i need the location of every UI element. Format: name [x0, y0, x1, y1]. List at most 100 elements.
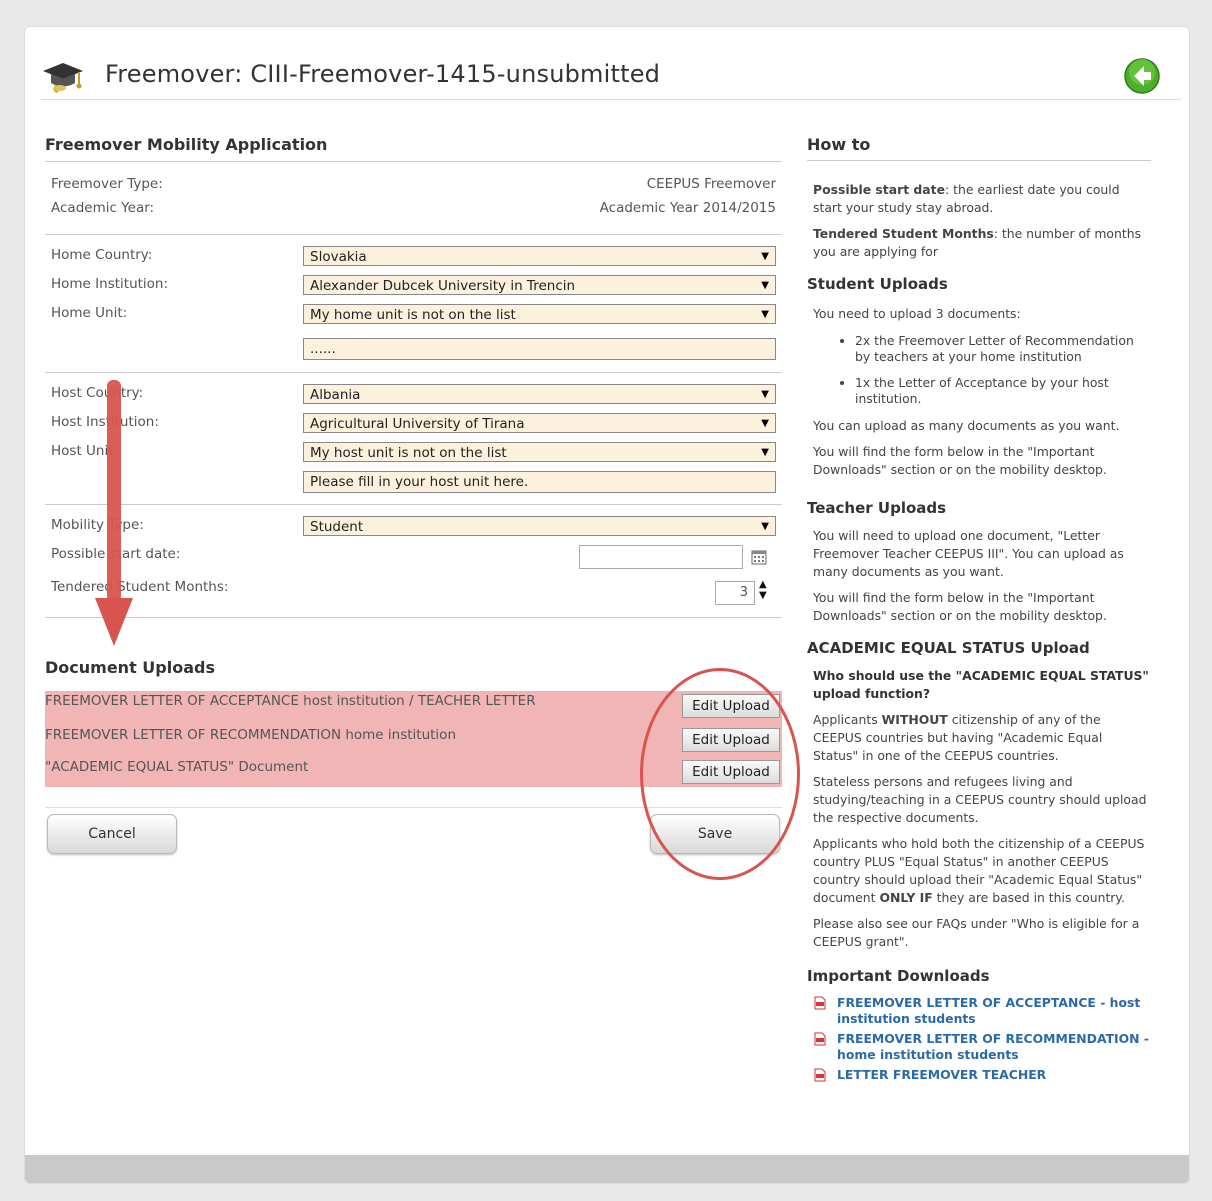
list-item: 1x the Letter of Acceptance by your host… [855, 375, 1151, 407]
spinner-arrows-icon[interactable]: ▲ ▼ [759, 579, 767, 601]
dropdown-arrow-icon: ▼ [761, 251, 769, 262]
home-unit-text-row: ...... [45, 328, 782, 366]
list-item: 2x the Freemover Letter of Recommendatio… [855, 333, 1151, 365]
dropdown-arrow-icon: ▼ [761, 521, 769, 532]
start-date-term: Possible start date [813, 182, 945, 197]
aes-p3-c: they are based in this country. [932, 890, 1125, 905]
page-header: Freemover: CIII-Freemover-1415-unsubmitt… [41, 57, 1181, 100]
edit-upload-button[interactable]: Edit Upload [682, 694, 780, 718]
teacher-uploads-title: Teacher Uploads [807, 499, 947, 517]
student-p2: You will find the form below in the "Imp… [813, 444, 1107, 477]
howto-months-text: Tendered Student Months: the number of m… [813, 225, 1151, 261]
dropdown-arrow-icon: ▼ [761, 280, 769, 291]
home-unit-label: Home Unit: [51, 305, 128, 321]
host-unit-text-row: Please fill in your host unit here. [45, 466, 782, 498]
months-spinner-input[interactable]: 3 [715, 581, 755, 605]
aes-title: ACADEMIC EQUAL STATUS Upload [807, 639, 1090, 657]
aes-p3: Applicants who hold both the citizenship… [813, 835, 1151, 907]
student-p1: You can upload as many documents as you … [813, 418, 1120, 433]
aes-p1-a: Applicants [813, 712, 882, 727]
calendar-icon[interactable] [751, 549, 767, 565]
cancel-button[interactable]: Cancel [47, 814, 177, 854]
aes-p1-b: WITHOUT [881, 712, 948, 727]
application-form: Freemover Mobility Application Freemover… [45, 135, 782, 868]
upload-row: FREEMOVER LETTER OF RECOMMENDATION home … [45, 725, 782, 757]
uploads-table: FREEMOVER LETTER OF ACCEPTANCE host inst… [45, 691, 782, 787]
save-button[interactable]: Save [650, 814, 780, 854]
academic-year-value: Academic Year 2014/2015 [599, 200, 776, 216]
footer-bar [25, 1155, 1189, 1183]
mobility-type-value: Student [310, 519, 364, 535]
start-date-row: Possible start date: [45, 540, 782, 569]
home-group: Home Country: Slovakia ▼ Home Institution… [45, 235, 782, 373]
edit-upload-button[interactable]: Edit Upload [682, 728, 780, 752]
downloads-title: Important Downloads [807, 967, 990, 985]
freemover-type-label: Freemover Type: [51, 176, 163, 192]
download-link[interactable]: FREEMOVER LETTER OF ACCEPTANCE - host in… [813, 995, 1151, 1027]
host-institution-select[interactable]: Agricultural University of Tirana ▼ [303, 413, 776, 433]
host-country-label: Host Country: [51, 385, 144, 401]
howto-title: How to [807, 135, 1151, 161]
upload-label: FREEMOVER LETTER OF ACCEPTANCE host inst… [45, 693, 536, 709]
mobility-type-select[interactable]: Student ▼ [303, 516, 776, 536]
graduation-cap-icon [43, 63, 83, 93]
dropdown-arrow-icon: ▼ [761, 309, 769, 320]
start-date-input[interactable] [579, 545, 743, 569]
home-unit-select[interactable]: My home unit is not on the list ▼ [303, 304, 776, 324]
host-unit-value: My host unit is not on the list [310, 445, 507, 461]
main-panel: Freemover: CIII-Freemover-1415-unsubmitt… [24, 26, 1190, 1184]
upload-row: FREEMOVER LETTER OF ACCEPTANCE host inst… [45, 691, 782, 725]
home-unit-value: My home unit is not on the list [310, 307, 516, 323]
host-unit-select[interactable]: My host unit is not on the list ▼ [303, 442, 776, 462]
download-link[interactable]: LETTER FREEMOVER TEACHER [813, 1067, 1151, 1083]
pdf-icon [814, 1068, 826, 1082]
home-institution-row: Home Institution: Alexander Dubcek Unive… [45, 270, 782, 299]
months-term: Tendered Student Months [813, 226, 994, 241]
home-country-row: Home Country: Slovakia ▼ [45, 241, 782, 270]
host-country-select[interactable]: Albania ▼ [303, 384, 776, 404]
host-institution-label: Host Institution: [51, 414, 159, 430]
start-date-label: Possible start date: [51, 546, 181, 562]
mobility-type-row: Mobility Type: Student ▼ [45, 511, 782, 540]
download-link[interactable]: FREEMOVER LETTER OF RECOMMENDATION - hom… [813, 1031, 1151, 1063]
home-unit-text-input[interactable]: ...... [303, 338, 776, 360]
upload-label: "ACADEMIC EQUAL STATUS" Document [45, 759, 309, 775]
host-country-row: Host Country: Albania ▼ [45, 379, 782, 408]
aes-p3-b: ONLY IF [879, 890, 933, 905]
uploads-section-title: Document Uploads [45, 658, 215, 677]
dropdown-arrow-icon: ▼ [761, 418, 769, 429]
host-unit-text-input[interactable]: Please fill in your host unit here. [303, 471, 776, 493]
aes-p1: Applicants WITHOUT citizenship of any of… [813, 711, 1151, 765]
host-institution-value: Agricultural University of Tirana [310, 416, 525, 432]
mobility-group: Mobility Type: Student ▼ Possible start d… [45, 505, 782, 618]
host-unit-label: Host Unit: [51, 443, 119, 459]
dropdown-arrow-icon: ▼ [761, 447, 769, 458]
host-unit-row: Host Unit: My host unit is not on the li… [45, 437, 782, 466]
back-arrow-icon[interactable] [1123, 57, 1161, 95]
host-group: Host Country: Albania ▼ Host Institution:… [45, 373, 782, 505]
downloads-list: FREEMOVER LETTER OF ACCEPTANCE - host in… [813, 995, 1151, 1083]
home-country-label: Home Country: [51, 247, 153, 263]
aes-question: Who should use the "ACADEMIC EQUAL STATU… [813, 668, 1149, 701]
home-country-select[interactable]: Slovakia ▼ [303, 246, 776, 266]
months-row: Tendered Student Months: 3 ▲ ▼ [45, 569, 782, 611]
form-section-title: Freemover Mobility Application [45, 135, 782, 162]
student-intro: You need to upload 3 documents: [813, 306, 1021, 321]
freemover-type-row: Freemover Type: CEEPUS Freemover [45, 174, 782, 198]
upload-label: FREEMOVER LETTER OF RECOMMENDATION home … [45, 727, 456, 743]
home-country-value: Slovakia [310, 249, 367, 265]
host-institution-row: Host Institution: Agricultural Universit… [45, 408, 782, 437]
aes-p2: Stateless persons and refugees living an… [813, 774, 1147, 825]
pdf-icon [814, 1032, 826, 1046]
home-institution-label: Home Institution: [51, 276, 169, 292]
months-label: Tendered Student Months: [51, 579, 229, 595]
edit-upload-button[interactable]: Edit Upload [682, 760, 780, 784]
academic-year-row: Academic Year: Academic Year 2014/2015 [45, 198, 782, 228]
aes-p4: Please also see our FAQs under "Who is e… [813, 916, 1140, 949]
pdf-icon [814, 996, 826, 1010]
student-bullets: 2x the Freemover Letter of Recommendatio… [807, 333, 1151, 407]
dropdown-arrow-icon: ▼ [761, 389, 769, 400]
home-institution-select[interactable]: Alexander Dubcek University in Trencin ▼ [303, 275, 776, 295]
freemover-type-value: CEEPUS Freemover [646, 176, 776, 192]
student-uploads-title: Student Uploads [807, 275, 948, 293]
